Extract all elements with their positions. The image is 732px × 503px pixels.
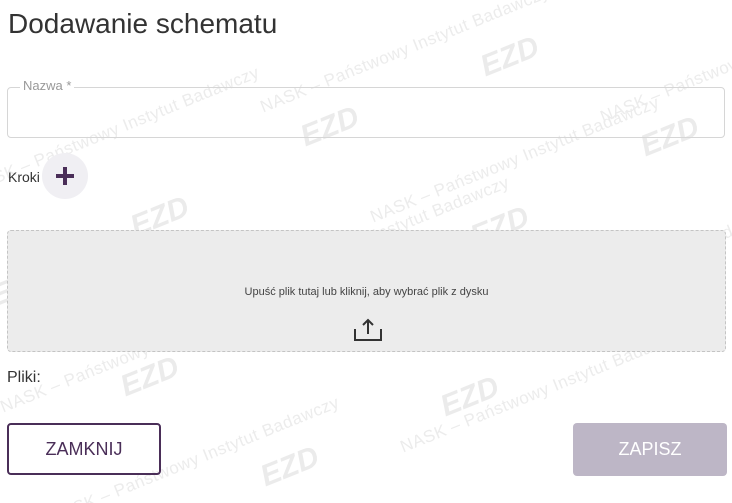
dialog-title: Dodawanie schematu — [8, 8, 278, 39]
files-label: Pliki: — [7, 369, 41, 386]
file-dropzone[interactable]: Upuść plik tutaj lub kliknij, aby wybrać… — [7, 230, 726, 352]
save-button[interactable]: ZAPISZ — [573, 423, 727, 476]
upload-icon — [354, 318, 382, 341]
steps-label: Kroki — [8, 169, 40, 185]
add-schema-dialog: Dodawanie schematu Nazwa * Kroki Upuść p… — [0, 0, 732, 503]
dropzone-text: Upuść plik tutaj lub kliknij, aby wybrać… — [244, 286, 489, 298]
name-field-label: Nazwa * — [20, 78, 75, 93]
name-input[interactable] — [8, 88, 724, 137]
close-button[interactable]: ZAMKNIJ — [7, 423, 161, 475]
plus-icon — [56, 167, 74, 185]
name-field[interactable] — [7, 87, 725, 138]
add-step-button[interactable] — [42, 153, 88, 199]
